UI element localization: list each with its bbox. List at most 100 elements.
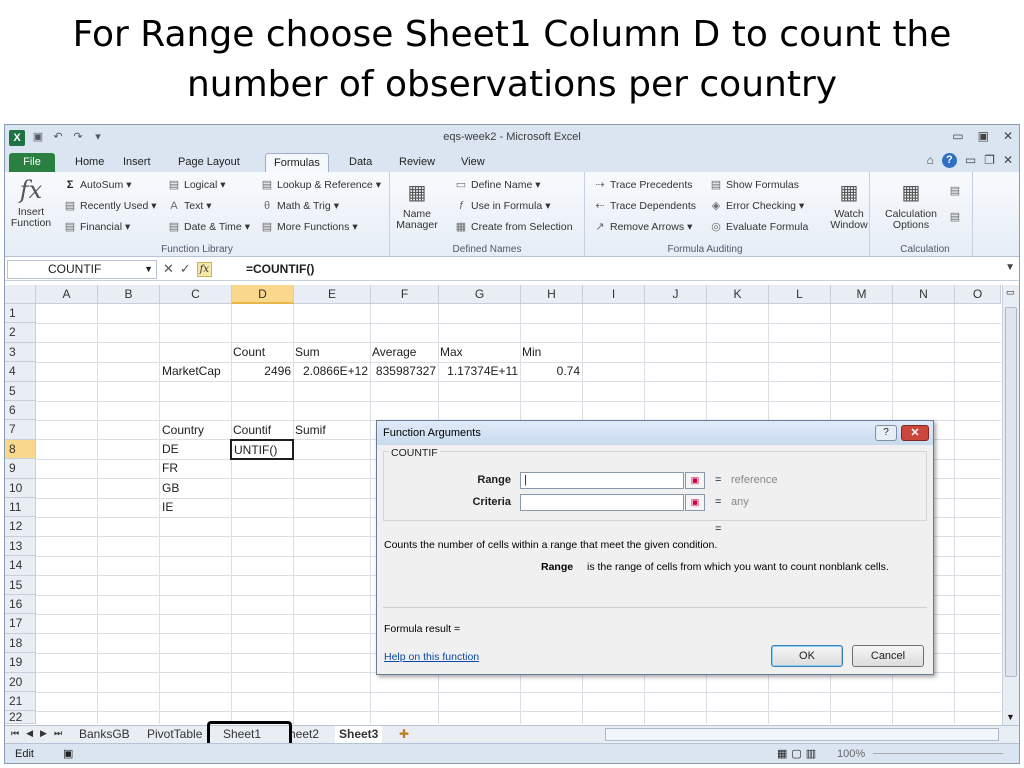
cell-h3[interactable]: Min bbox=[520, 343, 543, 362]
tab-file[interactable]: File bbox=[9, 153, 55, 172]
evaluate-formula-button[interactable]: ◎ Evaluate Formula bbox=[709, 220, 808, 234]
column-header-f[interactable]: F bbox=[371, 285, 439, 304]
macro-record-icon[interactable]: ▣ bbox=[63, 747, 73, 760]
create-from-selection-button[interactable]: ▦ Create from Selection bbox=[454, 220, 573, 234]
tab-formulas[interactable]: Formulas bbox=[265, 153, 329, 172]
insert-sheet-icon[interactable]: ✚ bbox=[399, 726, 409, 743]
row-header-20[interactable]: 20 bbox=[5, 672, 36, 692]
tab-page-layout[interactable]: Page Layout bbox=[170, 153, 248, 172]
doc-close-icon[interactable]: ✕ bbox=[1003, 153, 1013, 168]
cell-g4[interactable]: 1.17374E+11 bbox=[438, 362, 520, 381]
define-name-button[interactable]: ▭ Define Name ▾ bbox=[454, 178, 541, 192]
expand-formula-bar-icon[interactable]: ▼ bbox=[1005, 262, 1015, 273]
tab-home[interactable]: Home bbox=[67, 153, 112, 172]
calculation-options-button[interactable]: ▦ Calculation Options bbox=[882, 178, 940, 231]
prev-sheet-icon[interactable]: ◀ bbox=[26, 728, 33, 739]
calculate-now-button[interactable]: ▤ bbox=[948, 184, 962, 198]
cell-c11[interactable]: IE bbox=[160, 498, 175, 517]
tab-review[interactable]: Review bbox=[391, 153, 443, 172]
cancel-button[interactable]: Cancel bbox=[852, 645, 924, 667]
column-header-b[interactable]: B bbox=[98, 285, 160, 304]
column-header-m[interactable]: M bbox=[831, 285, 893, 304]
sheet-tab-pivottable[interactable]: PivotTable bbox=[147, 726, 202, 743]
restore-icon[interactable]: ▣ bbox=[978, 129, 989, 143]
formula-input[interactable]: =COUNTIF() bbox=[246, 261, 314, 278]
insert-function-icon[interactable]: fx bbox=[196, 261, 212, 277]
collapse-dialog-icon[interactable]: ▣ bbox=[685, 472, 705, 489]
column-header-a[interactable]: A bbox=[36, 285, 98, 304]
column-header-k[interactable]: K bbox=[707, 285, 769, 304]
chevron-down-icon[interactable]: ▼ bbox=[144, 261, 153, 278]
dialog-close-icon[interactable]: ✕ bbox=[901, 425, 929, 441]
name-box[interactable]: COUNTIF ▼ bbox=[7, 260, 157, 279]
column-header-h[interactable]: H bbox=[521, 285, 583, 304]
column-header-d[interactable]: D bbox=[232, 285, 294, 304]
trace-precedents-button[interactable]: ⇢ Trace Precedents bbox=[593, 178, 692, 192]
horizontal-scrollbar[interactable] bbox=[605, 728, 999, 741]
cell-e7[interactable]: Sumif bbox=[293, 421, 328, 440]
use-in-formula-button[interactable]: f Use in Formula ▾ bbox=[454, 199, 550, 213]
cell-f4[interactable]: 835987327 bbox=[370, 362, 438, 381]
cell-c8[interactable]: DE bbox=[160, 440, 181, 459]
row-header-3[interactable]: 3 bbox=[5, 342, 36, 363]
recently-used-button[interactable]: ▤ Recently Used ▾ bbox=[63, 199, 157, 213]
cell-d7[interactable]: Countif bbox=[231, 421, 273, 440]
cell-f3[interactable]: Average bbox=[370, 343, 418, 362]
row-header-2[interactable]: 2 bbox=[5, 323, 36, 343]
cell-d8[interactable]: UNTIF() bbox=[232, 441, 279, 460]
row-header-13[interactable]: 13 bbox=[5, 536, 36, 557]
logical-button[interactable]: ▤ Logical ▾ bbox=[167, 178, 226, 192]
cell-h4[interactable]: 0.74 bbox=[520, 362, 582, 381]
minimize-icon[interactable]: ▭ bbox=[952, 129, 963, 143]
row-header-17[interactable]: 17 bbox=[5, 614, 36, 634]
row-header-18[interactable]: 18 bbox=[5, 633, 36, 654]
column-header-l[interactable]: L bbox=[769, 285, 831, 304]
row-header-7[interactable]: 7 bbox=[5, 420, 36, 440]
cell-e3[interactable]: Sum bbox=[293, 343, 322, 362]
help-on-function-link[interactable]: Help on this function bbox=[384, 651, 479, 663]
row-header-10[interactable]: 10 bbox=[5, 478, 36, 498]
range-input[interactable]: | bbox=[520, 472, 684, 489]
criteria-input[interactable] bbox=[520, 494, 684, 511]
vertical-scrollbar[interactable]: ▭ ▼ bbox=[1002, 285, 1019, 725]
minimize-ribbon-icon[interactable]: ⌂ bbox=[927, 153, 934, 168]
doc-minimize-icon[interactable]: ▭ bbox=[965, 153, 976, 168]
dialog-help-icon[interactable]: ? bbox=[875, 425, 897, 441]
sheet-tab-sheet2[interactable]: heet2 bbox=[289, 726, 319, 743]
ok-button[interactable]: OK bbox=[771, 645, 843, 667]
split-box-icon[interactable]: ▭ bbox=[1006, 287, 1015, 298]
vertical-scroll-thumb[interactable] bbox=[1005, 307, 1017, 677]
row-header-14[interactable]: 14 bbox=[5, 556, 36, 576]
column-header-g[interactable]: G bbox=[439, 285, 521, 304]
sheet-tab-sheet3[interactable]: Sheet3 bbox=[335, 726, 383, 743]
row-header-8[interactable]: 8 bbox=[5, 439, 36, 460]
last-sheet-icon[interactable]: ⏭ bbox=[54, 728, 62, 739]
row-header-11[interactable]: 11 bbox=[5, 498, 36, 518]
financial-button[interactable]: ▤ Financial ▾ bbox=[63, 220, 131, 234]
doc-restore-icon[interactable]: ❐ bbox=[984, 153, 995, 168]
row-header-9[interactable]: 9 bbox=[5, 459, 36, 479]
more-functions-button[interactable]: ▤ More Functions ▾ bbox=[260, 220, 358, 234]
column-header-e[interactable]: E bbox=[294, 285, 371, 304]
row-header-5[interactable]: 5 bbox=[5, 381, 36, 401]
column-header-o[interactable]: O bbox=[955, 285, 1001, 304]
trace-dependents-button[interactable]: ⇠ Trace Dependents bbox=[593, 199, 696, 213]
calculate-sheet-button[interactable]: ▤ bbox=[948, 210, 962, 224]
column-header-c[interactable]: C bbox=[160, 285, 232, 304]
cell-c10[interactable]: GB bbox=[160, 479, 181, 498]
remove-arrows-button[interactable]: ↗ Remove Arrows ▾ bbox=[593, 220, 692, 234]
next-sheet-icon[interactable]: ▶ bbox=[40, 728, 47, 739]
scroll-down-icon[interactable]: ▼ bbox=[1006, 712, 1015, 722]
cell-c9[interactable]: FR bbox=[160, 459, 180, 478]
row-header-16[interactable]: 16 bbox=[5, 595, 36, 615]
tab-view[interactable]: View bbox=[453, 153, 493, 172]
row-header-1[interactable]: 1 bbox=[5, 304, 36, 324]
row-header-22[interactable]: 22 bbox=[5, 711, 36, 725]
cell-e4[interactable]: 2.0866E+12 bbox=[293, 362, 370, 381]
cell-g3[interactable]: Max bbox=[438, 343, 465, 362]
row-header-21[interactable]: 21 bbox=[5, 692, 36, 712]
lookup-reference-button[interactable]: ▤ Lookup & Reference ▾ bbox=[260, 178, 381, 192]
cell-d3[interactable]: Count bbox=[231, 343, 267, 362]
select-all-corner[interactable] bbox=[5, 285, 36, 304]
column-header-j[interactable]: J bbox=[645, 285, 707, 304]
